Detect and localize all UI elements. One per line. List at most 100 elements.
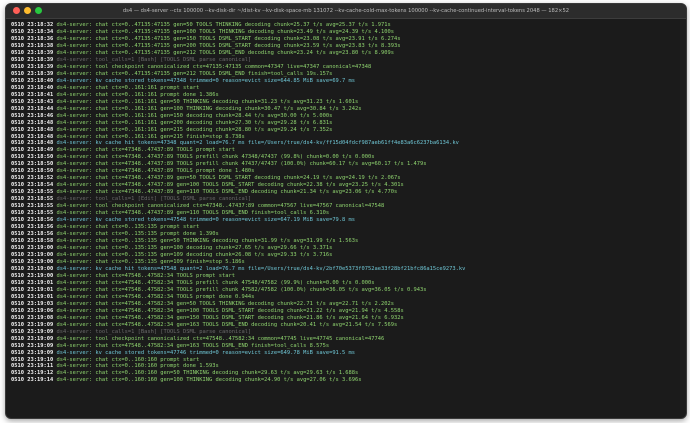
- log-line: 0510 23:19:10 ds4-server: chat ctx=0..16…: [11, 357, 682, 364]
- log-timestamp: 0510 23:18:49: [11, 147, 54, 154]
- log-line: 0510 23:19:00 ds4-server: chat ctx=0..13…: [11, 259, 682, 266]
- log-message: ds4-server: chat ctx=47348..47437:89 TOO…: [56, 147, 235, 154]
- log-line: 0510 23:19:09 ds4-server: chat ctx=47548…: [11, 343, 682, 350]
- log-line: 0510 23:19:06 ds4-server: chat ctx=47548…: [11, 308, 682, 315]
- log-line: 0510 23:18:50 ds4-server: chat ctx=47348…: [11, 161, 682, 168]
- log-message: ds4-server: chat ctx=47548..47582:34 TOO…: [56, 293, 255, 300]
- log-message: ds4-server: chat ctx=47548..47582:34 gen…: [56, 342, 330, 349]
- log-message: ds4-server: chat ctx=0..161:161 gen=200 …: [56, 119, 333, 126]
- log-line: 0510 23:19:08 ds4-server: chat ctx=47548…: [11, 315, 682, 322]
- log-line: 0510 23:18:56 ds4-server: kv cache store…: [11, 217, 682, 224]
- log-timestamp: 0510 23:18:55: [11, 203, 54, 210]
- log-line: 0510 23:19:00 ds4-server: kv cache hit t…: [11, 266, 682, 273]
- maximize-button[interactable]: [35, 7, 42, 14]
- log-timestamp: 0510 23:18:56: [11, 217, 54, 224]
- log-message: ds4-server: chat ctx=0..161:161 gen=50 T…: [56, 98, 359, 105]
- log-line: 0510 23:18:50 ds4-server: chat ctx=47348…: [11, 168, 682, 175]
- terminal-output[interactable]: 0510 23:18:32 ds4-server: chat ctx=0..47…: [6, 19, 686, 384]
- log-timestamp: 0510 23:18:55: [11, 210, 54, 217]
- window-controls: [13, 7, 42, 14]
- log-message: ds4-server: chat ctx=0..135:135 gen=109 …: [56, 258, 245, 265]
- log-line: 0510 23:19:09 ds4-server: tool_calls=1 […: [11, 329, 682, 336]
- log-line: 0510 23:19:11 ds4-server: chat ctx=0..16…: [11, 363, 682, 370]
- log-line: 0510 23:18:40 ds4-server: chat ctx=0..16…: [11, 85, 682, 92]
- log-message: ds4-server: chat ctx=47548..47582:34 TOO…: [56, 272, 235, 279]
- log-line: 0510 23:18:54 ds4-server: chat ctx=47348…: [11, 182, 682, 189]
- log-line: 0510 23:18:48 ds4-server: chat ctx=0..16…: [11, 120, 682, 127]
- log-timestamp: 0510 23:19:14: [11, 377, 54, 384]
- log-line: 0510 23:19:09 ds4-server: chat ctx=47548…: [11, 322, 682, 329]
- log-timestamp: 0510 23:18:48: [11, 133, 54, 140]
- log-message: ds4-server: chat ctx=0..161:161 prompt s…: [56, 84, 200, 91]
- log-message: ds4-server: chat ctx=47348..47437:89 TOO…: [56, 161, 427, 168]
- log-message: ds4-server: chat ctx=0..161:161 gen=150 …: [56, 112, 333, 119]
- minimize-button[interactable]: [24, 7, 31, 14]
- log-timestamp: 0510 23:19:01: [11, 293, 54, 300]
- log-line: 0510 23:18:55 ds4-server: chat ctx=47348…: [11, 210, 682, 217]
- log-message: ds4-server: chat ctx=47548..47582:34 TOO…: [56, 286, 427, 293]
- log-line: 0510 23:19:14 ds4-server: chat ctx=0..16…: [11, 377, 682, 384]
- log-message: ds4-server: chat ctx=47348..47437:89 TOO…: [56, 168, 255, 175]
- log-timestamp: 0510 23:18:52: [11, 175, 54, 182]
- log-line: 0510 23:18:48 ds4-server: chat ctx=0..16…: [11, 127, 682, 134]
- log-message: ds4-server: kv cache hit tokens=47548 qu…: [56, 265, 466, 272]
- log-message: ds4-server: chat ctx=0..135:135 gen=100 …: [56, 245, 333, 251]
- log-message: ds4-server: chat ctx=47548..47582:34 gen…: [56, 314, 404, 321]
- log-timestamp: 0510 23:18:46: [11, 112, 54, 119]
- log-timestamp: 0510 23:18:38: [11, 42, 54, 49]
- log-line: 0510 23:19:00 ds4-server: chat ctx=0..13…: [11, 245, 682, 252]
- log-timestamp: 0510 23:19:01: [11, 279, 54, 286]
- log-timestamp: 0510 23:18:50: [11, 168, 54, 175]
- log-line: 0510 23:19:12 ds4-server: chat ctx=0..16…: [11, 370, 682, 377]
- log-message: ds4-server: tool_calls=1 [Bash] [TOOLS D…: [56, 56, 252, 63]
- log-message: ds4-server: chat ctx=0..135:135 gen=50 T…: [56, 238, 359, 245]
- log-line: 0510 23:18:39 ds4-server: tool checkpoin…: [11, 64, 682, 71]
- log-timestamp: 0510 23:18:48: [11, 119, 54, 126]
- log-message: ds4-server: chat ctx=0..135:135 prompt d…: [56, 231, 219, 238]
- log-message: ds4-server: tool_calls=1 [Edit] [TOOLS D…: [56, 196, 252, 203]
- log-timestamp: 0510 23:19:01: [11, 286, 54, 293]
- log-message: ds4-server: tool checkpoint canonicalize…: [56, 203, 385, 210]
- log-message: ds4-server: chat ctx=47348..47437:89 TOO…: [56, 154, 375, 161]
- log-timestamp: 0510 23:19:00: [11, 272, 54, 279]
- terminal-window: ds4 — ds4-server --ctx 100000 --kv-disk-…: [5, 3, 687, 419]
- log-line: 0510 23:19:09 ds4-server: kv cache store…: [11, 350, 682, 357]
- log-message: ds4-server: kv cache stored tokens=47348…: [56, 77, 356, 84]
- log-timestamp: 0510 23:18:39: [11, 56, 54, 63]
- log-timestamp: 0510 23:19:09: [11, 321, 54, 328]
- log-line: 0510 23:19:00 ds4-server: chat ctx=0..13…: [11, 252, 682, 259]
- log-timestamp: 0510 23:19:11: [11, 363, 54, 370]
- log-message: ds4-server: kv cache stored tokens=47746…: [56, 349, 356, 356]
- log-timestamp: 0510 23:19:12: [11, 370, 54, 377]
- close-button[interactable]: [13, 7, 20, 14]
- log-message: ds4-server: chat ctx=0..47135:47135 gen=…: [56, 22, 391, 28]
- log-message: ds4-server: chat ctx=0..161:161 gen=215 …: [56, 133, 245, 140]
- log-message: ds4-server: chat ctx=0..160:160 prompt s…: [56, 356, 200, 363]
- log-timestamp: 0510 23:18:43: [11, 98, 54, 105]
- log-timestamp: 0510 23:18:40: [11, 77, 54, 84]
- log-line: 0510 23:19:01 ds4-server: chat ctx=47548…: [11, 287, 682, 294]
- log-timestamp: 0510 23:19:00: [11, 251, 54, 258]
- log-timestamp: 0510 23:18:56: [11, 231, 54, 238]
- log-line: 0510 23:18:36 ds4-server: chat ctx=0..47…: [11, 36, 682, 43]
- log-timestamp: 0510 23:19:09: [11, 342, 54, 349]
- log-timestamp: 0510 23:18:41: [11, 91, 54, 98]
- log-line: 0510 23:18:39 ds4-server: chat ctx=0..47…: [11, 50, 682, 57]
- log-message: ds4-server: tool checkpoint canonicalize…: [56, 63, 372, 70]
- log-line: 0510 23:18:55 ds4-server: chat ctx=47348…: [11, 189, 682, 196]
- log-message: ds4-server: chat ctx=0..47135:47135 gen=…: [56, 49, 394, 56]
- log-message: ds4-server: chat ctx=47348..47437:89 gen…: [56, 175, 401, 182]
- log-message: ds4-server: chat ctx=0..47135:47135 gen=…: [56, 28, 394, 35]
- log-timestamp: 0510 23:18:39: [11, 63, 54, 70]
- log-message: ds4-server: chat ctx=0..135:135 gen=109 …: [56, 251, 333, 258]
- log-timestamp: 0510 23:19:00: [11, 258, 54, 265]
- log-line: 0510 23:18:55 ds4-server: tool_calls=1 […: [11, 196, 682, 203]
- log-timestamp: 0510 23:18:36: [11, 35, 54, 42]
- title-bar: ds4 — ds4-server --ctx 100000 --kv-disk-…: [6, 4, 686, 19]
- log-line: 0510 23:19:09 ds4-server: tool checkpoin…: [11, 336, 682, 343]
- log-line: 0510 23:18:50 ds4-server: chat ctx=47348…: [11, 154, 682, 161]
- log-line: 0510 23:18:49 ds4-server: chat ctx=47348…: [11, 147, 682, 154]
- log-message: ds4-server: chat ctx=0..135:135 prompt s…: [56, 224, 200, 231]
- log-line: 0510 23:18:48 ds4-server: kv cache hit t…: [11, 140, 682, 147]
- log-message: ds4-server: chat ctx=0..161:161 gen=215 …: [56, 126, 333, 133]
